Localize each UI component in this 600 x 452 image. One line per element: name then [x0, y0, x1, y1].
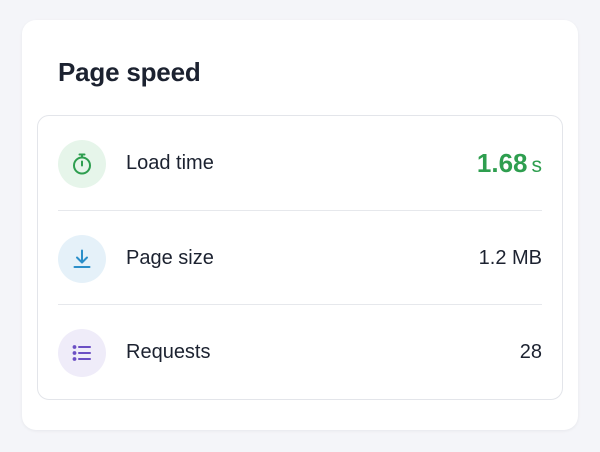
card-title: Page speed	[58, 57, 201, 87]
metric-value-number: 1.68	[476, 148, 528, 178]
metric-value-requests: 28	[519, 341, 542, 363]
metric-value-unit: s	[531, 154, 543, 177]
page-speed-card: Page speed Load time 1.68 s Page size 1.…	[22, 20, 578, 430]
download-icon	[73, 249, 91, 268]
metric-row-page-size: Page size 1.2 MB	[58, 211, 542, 306]
metric-value-load-time: 1.68 s	[477, 148, 542, 179]
load-time-icon-badge	[58, 139, 106, 188]
metric-row-requests: Requests 28	[58, 305, 542, 400]
metric-label: Requests	[126, 341, 211, 363]
requests-icon-badge	[58, 328, 106, 377]
metric-label: Load time	[126, 152, 214, 174]
metric-value-page-size: 1.2 MB	[478, 247, 542, 269]
stopwatch-icon	[73, 153, 91, 174]
metric-label: Page size	[126, 247, 214, 269]
metric-row-load-time: Load time 1.68 s	[58, 116, 542, 211]
page-size-icon-badge	[58, 234, 106, 283]
list-icon	[72, 344, 91, 361]
metrics-panel: Load time 1.68 s Page size 1.2 MB Reques…	[37, 115, 563, 400]
